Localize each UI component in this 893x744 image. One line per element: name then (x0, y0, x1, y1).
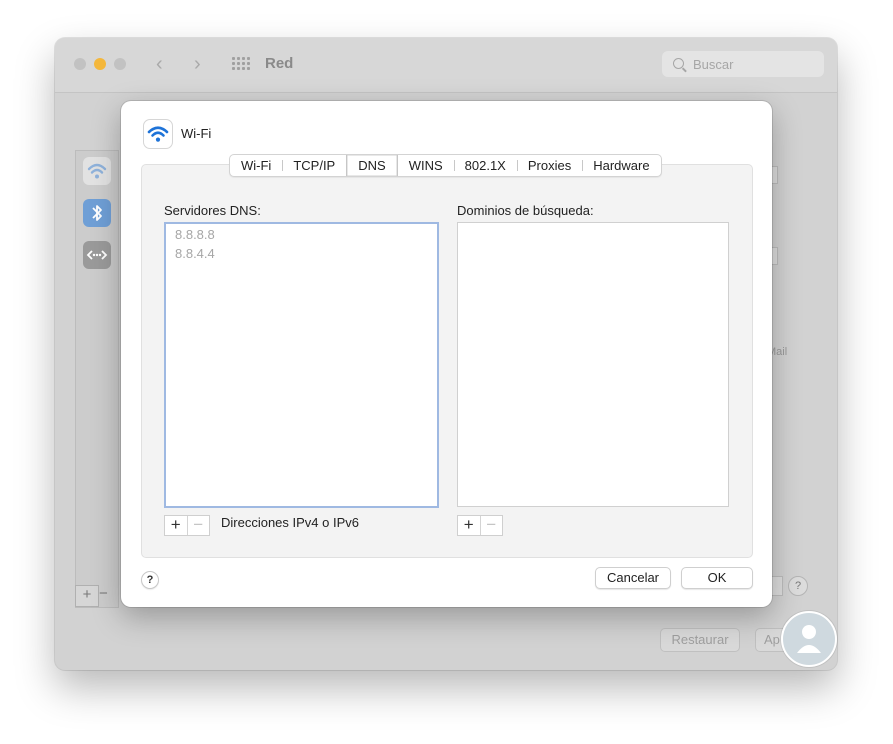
ethernet-service-item[interactable] (83, 241, 111, 269)
wifi-icon (147, 126, 169, 142)
bluetooth-icon (92, 205, 102, 221)
grid-icon[interactable] (232, 57, 250, 71)
tab-hardware[interactable]: Hardware (582, 155, 660, 176)
add-service-button[interactable]: + (75, 585, 99, 607)
window-title: Red (265, 55, 294, 72)
wifi-badge (143, 119, 173, 149)
remove-dns-server-button[interactable]: − (188, 516, 210, 535)
list-item[interactable]: 8.8.8.8 (175, 227, 215, 242)
search-placeholder: Buscar (693, 57, 734, 72)
tab-wifi[interactable]: Wi-Fi (230, 155, 282, 176)
remove-service-button[interactable]: − (99, 585, 115, 605)
watermark-logo (781, 611, 837, 667)
search-domains-label: Dominios de búsqueda: (457, 203, 594, 218)
cancel-button[interactable]: Cancelar (595, 567, 671, 589)
ethernet-icon (86, 250, 108, 260)
person-logo-icon (797, 625, 821, 653)
wifi-icon (87, 163, 107, 179)
tab-bar: Wi-Fi TCP/IP DNS WINS 802.1X Proxies Har… (229, 154, 662, 177)
chevron-left-icon[interactable]: ‹ (156, 53, 163, 76)
background-help-button[interactable]: ? (788, 576, 808, 596)
zoom-window-button[interactable] (114, 58, 126, 70)
wifi-advanced-sheet: Wi-Fi Wi-Fi TCP/IP DNS WINS 802.1X Proxi… (121, 101, 772, 607)
tab-wins[interactable]: WINS (398, 155, 454, 176)
bluetooth-service-item[interactable] (83, 199, 111, 227)
dns-servers-label: Servidores DNS: (164, 203, 261, 218)
minimize-window-button[interactable] (94, 58, 106, 70)
search-icon (673, 58, 684, 69)
tab-dns[interactable]: DNS (346, 155, 398, 176)
add-dns-server-button[interactable]: + (165, 516, 188, 535)
domains-add-remove-control: + − (457, 515, 503, 536)
remove-search-domain-button[interactable]: − (481, 516, 503, 535)
window-titlebar: ‹ › Red Buscar (55, 38, 837, 93)
help-button[interactable]: ? (141, 571, 159, 589)
service-list (75, 150, 119, 608)
restore-button[interactable]: Restaurar (660, 628, 740, 652)
wifi-service-item[interactable] (83, 157, 111, 185)
background-field (771, 576, 783, 596)
add-search-domain-button[interactable]: + (458, 516, 481, 535)
background-field (771, 166, 778, 184)
background-field (771, 247, 778, 265)
tab-proxies[interactable]: Proxies (516, 155, 582, 176)
search-domains-list[interactable] (457, 222, 729, 507)
close-window-button[interactable] (74, 58, 86, 70)
dns-servers-list[interactable]: 8.8.8.8 8.8.4.4 (164, 222, 439, 508)
search-field[interactable]: Buscar (662, 51, 824, 77)
list-item[interactable]: 8.8.4.4 (175, 246, 215, 261)
sheet-title: Wi-Fi (181, 126, 212, 141)
tab-tcpip[interactable]: TCP/IP (282, 155, 346, 176)
dns-hint-text: Direcciones IPv4 o IPv6 (221, 515, 360, 530)
ok-button[interactable]: OK (681, 567, 753, 589)
chevron-right-icon[interactable]: › (194, 53, 201, 76)
tab-8021x[interactable]: 802.1X (453, 155, 517, 176)
dns-add-remove-control: + − (164, 515, 210, 536)
